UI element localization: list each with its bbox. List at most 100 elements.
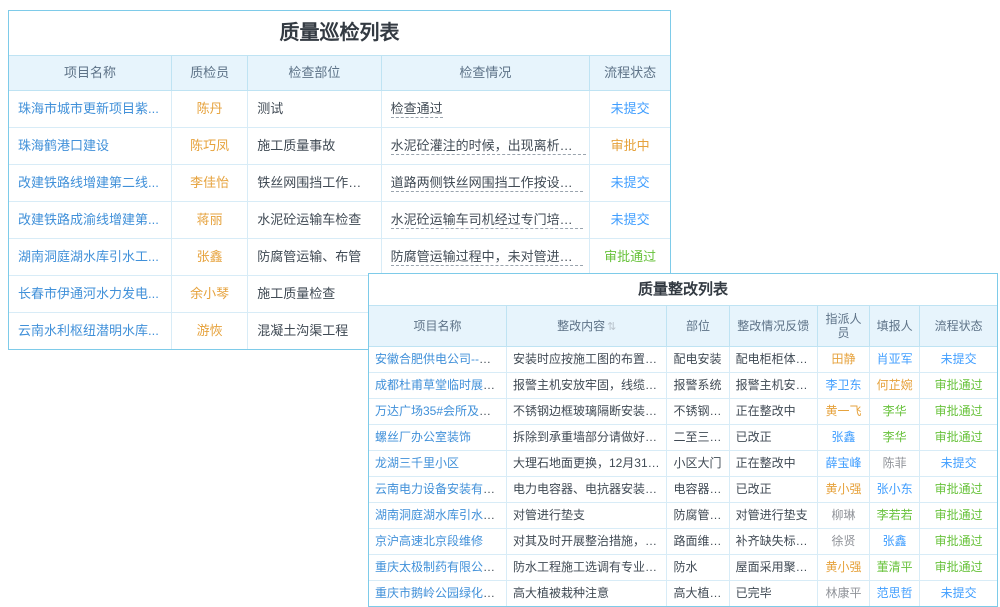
project-link[interactable]: 京沪高速北京段维修	[375, 534, 483, 548]
assignee-cell: 张鑫	[817, 425, 869, 451]
project-name-cell: 万达广场35#会所及咖啡厅空...	[369, 399, 506, 425]
project-link[interactable]: 湖南洞庭湖水库引水工...	[18, 249, 159, 264]
rectification-table-row: 京沪高速北京段维修 对其及时开展整治措施，桥头... 路面维修检... 补齐缺失…	[369, 529, 997, 555]
project-name-cell: 改建铁路成渝线增建第...	[9, 202, 171, 239]
sort-icon[interactable]: ⇅	[607, 321, 616, 333]
rectify-content-cell: 对管进行垫支	[506, 503, 667, 529]
rectify-content-cell: 防水工程施工选调有专业资质...	[506, 555, 667, 581]
column-header-project-name: 项目名称	[369, 306, 506, 347]
part-cell: 配电安装	[667, 347, 729, 373]
status-cell: 审批通过	[920, 529, 997, 555]
rectification-table-body: 安徽合肥供电公司--配电设备... 安装时应按施工图的布置，将... 配电安装 …	[369, 347, 997, 607]
inspector-name: 余小琴	[190, 286, 229, 301]
reporter-cell: 范思哲	[870, 581, 920, 607]
reporter-name: 陈菲	[883, 456, 907, 470]
project-link[interactable]: 成都杜甫草堂临时展厅独立展...	[375, 378, 506, 392]
column-header-part: 部位	[667, 306, 729, 347]
status-badge: 审批通过	[935, 404, 983, 418]
project-link[interactable]: 重庆市鹅岭公园绿化景观提升...	[375, 586, 506, 600]
inspection-part-cell: 防腐管运输、布管	[248, 239, 381, 276]
part-cell: 路面维修检...	[667, 529, 729, 555]
project-link[interactable]: 改建铁路线增建第二线...	[18, 175, 159, 190]
rectify-content-cell: 高大植被栽种注意	[506, 581, 667, 607]
inspector-cell: 蒋丽	[171, 202, 247, 239]
inspector-cell: 余小琴	[171, 276, 247, 313]
status-cell: 未提交	[920, 347, 997, 373]
column-header-inspection-situation: 检查情况	[381, 56, 590, 91]
column-header-inspection-part: 检查部位	[248, 56, 381, 91]
project-link[interactable]: 改建铁路成渝线增建第...	[18, 212, 159, 227]
project-link[interactable]: 珠海市城市更新项目紫...	[18, 101, 159, 116]
rectify-content-cell: 报警主机安放牢固，线缆连接...	[506, 373, 667, 399]
reporter-cell: 张小东	[870, 477, 920, 503]
inspection-situation-cell: 检查通过	[381, 91, 590, 128]
status-cell: 审批通过	[920, 425, 997, 451]
assignee-name: 黄小强	[825, 482, 861, 496]
feedback-cell: 已改正	[729, 477, 817, 503]
assignee-name: 黄小强	[825, 560, 861, 574]
inspection-table-title: 质量巡检列表	[9, 11, 670, 56]
status-badge: 审批通过	[935, 508, 983, 522]
inspection-part-cell: 测试	[248, 91, 381, 128]
rectification-table: 项目名称 整改内容⇅ 部位 整改情况反馈 指派人员 填报人 流程状态 安徽合肥供…	[369, 306, 997, 606]
inspector-name: 陈丹	[197, 101, 223, 116]
assignee-cell: 李卫东	[817, 373, 869, 399]
rectification-table-row: 万达广场35#会所及咖啡厅空... 不锈钢边框玻璃隔断安装不牢... 不锈钢安装…	[369, 399, 997, 425]
project-link[interactable]: 云南水利枢纽潜明水库...	[18, 323, 159, 338]
rectification-table-row: 安徽合肥供电公司--配电设备... 安装时应按施工图的布置，将... 配电安装 …	[369, 347, 997, 373]
reporter-name: 范思哲	[877, 586, 913, 600]
inspection-part-cell: 施工质量事故	[248, 128, 381, 165]
rectification-table-panel: 质量整改列表 项目名称 整改内容⇅ 部位 整改情况反馈 指派人员 填报人 流程状…	[368, 273, 998, 607]
project-link[interactable]: 长春市伊通河水力发电...	[18, 286, 159, 301]
reporter-name: 李华	[883, 430, 907, 444]
project-link[interactable]: 螺丝厂办公室装饰	[375, 430, 471, 444]
project-link[interactable]: 珠海鹤港口建设	[18, 138, 109, 153]
part-cell: 高大植被栽种	[667, 581, 729, 607]
inspection-part-cell: 混凝土沟渠工程	[248, 313, 381, 350]
rectification-table-row: 重庆太极制药有限公司亳州中... 防水工程施工选调有专业资质... 防水 屋面采…	[369, 555, 997, 581]
column-header-rectify-content[interactable]: 整改内容⇅	[506, 306, 667, 347]
part-cell: 不锈钢安装...	[667, 399, 729, 425]
rectify-content-cell: 拆除到承重墙部分请做好加固...	[506, 425, 667, 451]
reporter-cell: 陈菲	[870, 451, 920, 477]
column-header-feedback: 整改情况反馈	[729, 306, 817, 347]
assignee-cell: 黄一飞	[817, 399, 869, 425]
column-header-inspector: 质检员	[171, 56, 247, 91]
assignee-name: 林康平	[825, 586, 861, 600]
inspector-cell: 游恢	[171, 313, 247, 350]
inspector-cell: 李佳怡	[171, 165, 247, 202]
status-cell: 审批通过	[920, 399, 997, 425]
reporter-name: 李华	[883, 404, 907, 418]
assignee-cell: 柳琳	[817, 503, 869, 529]
inspection-situation-cell: 防腐管运输过程中，未对管进行...	[381, 239, 590, 276]
project-link[interactable]: 湖南洞庭湖水库引水工程施工1标	[375, 508, 506, 522]
reporter-cell: 李若若	[870, 503, 920, 529]
part-cell: 防水	[667, 555, 729, 581]
inspector-name: 游恢	[197, 323, 223, 338]
reporter-cell: 李华	[870, 425, 920, 451]
project-link[interactable]: 安徽合肥供电公司--配电设备...	[375, 352, 506, 366]
inspection-part-cell: 施工质量检查	[248, 276, 381, 313]
project-link[interactable]: 万达广场35#会所及咖啡厅空...	[375, 404, 506, 418]
status-badge: 未提交	[611, 101, 650, 116]
project-name-cell: 珠海市城市更新项目紫...	[9, 91, 171, 128]
status-badge: 审批通过	[935, 560, 983, 574]
project-link[interactable]: 龙湖三千里小区	[375, 456, 459, 470]
feedback-cell: 屋面采用聚氨...	[729, 555, 817, 581]
feedback-cell: 正在整改中	[729, 451, 817, 477]
inspection-situation-cell: 水泥砼运输车司机经过专门培训...	[381, 202, 590, 239]
project-link[interactable]: 云南电力设备安装有限公司20...	[375, 482, 506, 496]
rectification-table-row: 云南电力设备安装有限公司20... 电力电容器、电抗器安装方案... 电容器安装…	[369, 477, 997, 503]
rectification-table-title: 质量整改列表	[369, 274, 997, 306]
feedback-cell: 正在整改中	[729, 399, 817, 425]
rectification-table-row: 螺丝厂办公室装饰 拆除到承重墙部分请做好加固... 二至三楼混... 已改正 张…	[369, 425, 997, 451]
inspection-situation-cell: 道路两侧铁丝网围挡工作按设计...	[381, 165, 590, 202]
status-badge: 审批通过	[604, 249, 656, 264]
inspection-situation-text: 检查通过	[391, 101, 443, 118]
project-link[interactable]: 重庆太极制药有限公司亳州中...	[375, 560, 506, 574]
inspection-situation-text: 水泥砼灌注的时候，出现离析现象	[391, 138, 586, 155]
feedback-cell: 对管进行垫支	[729, 503, 817, 529]
feedback-cell: 已改正	[729, 425, 817, 451]
inspection-situation-cell: 水泥砼灌注的时候，出现离析现象	[381, 128, 590, 165]
inspector-cell: 陈巧凤	[171, 128, 247, 165]
